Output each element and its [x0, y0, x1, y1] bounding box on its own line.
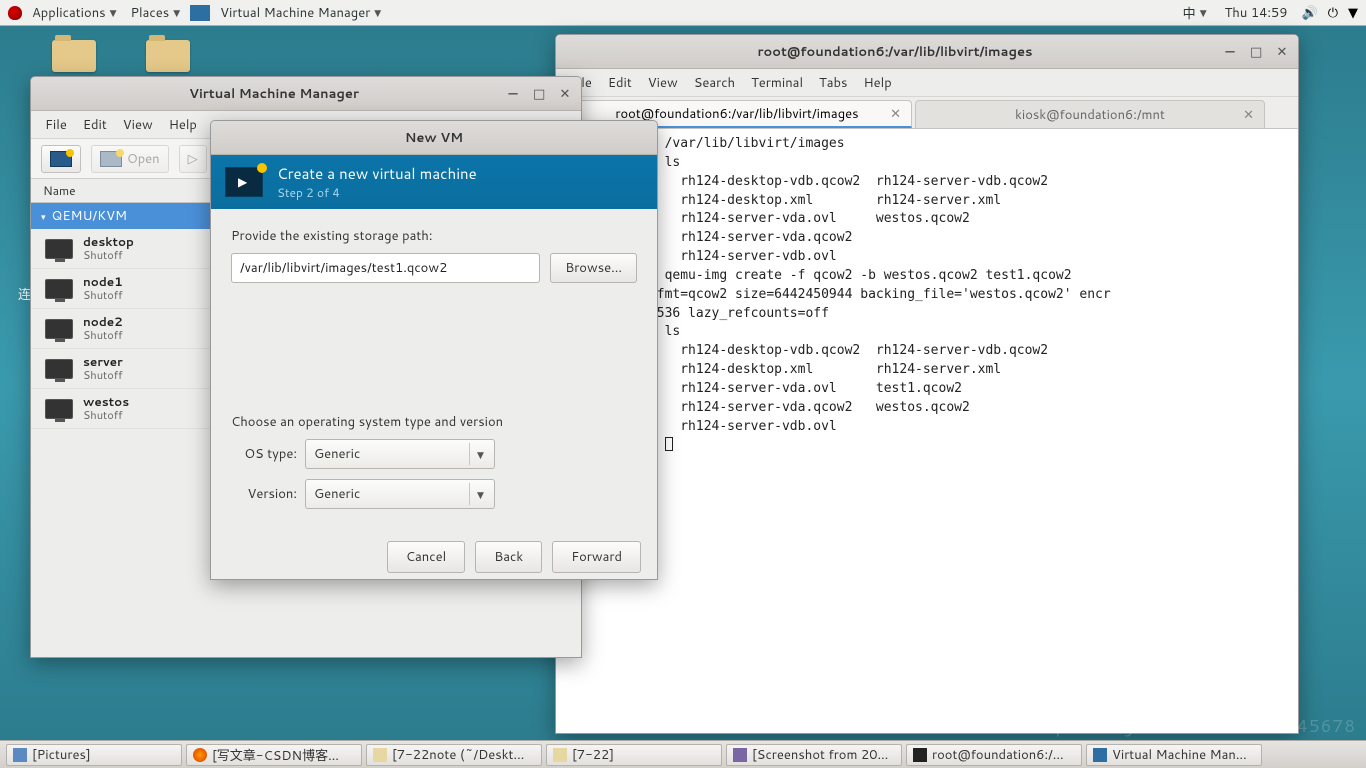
terminal-cursor: [665, 437, 673, 451]
newvm-title: New VM: [221, 129, 647, 147]
power-icon[interactable]: ⏻: [1328, 4, 1338, 22]
menu-edit[interactable]: Edit: [83, 116, 107, 134]
terminal-text: ion6 mnt]# cd /var/lib/libvirt/images io…: [556, 135, 1298, 455]
terminal-menubar: File Edit View Search Terminal Tabs Help: [556, 69, 1298, 97]
menu-help[interactable]: Help: [169, 116, 197, 134]
terminal-titlebar[interactable]: root@foundation6:/var/lib/libvirt/images…: [556, 35, 1298, 69]
volume-icon[interactable]: 🔊: [1302, 4, 1318, 22]
tab-close-icon[interactable]: ✕: [1243, 106, 1254, 124]
task-terminal[interactable]: root@foundation6:/…: [906, 744, 1082, 766]
cancel-button[interactable]: Cancel: [387, 541, 465, 573]
newvm-banner: Create a new virtual machine Step 2 of 4: [211, 155, 657, 209]
app-menu[interactable]: Virtual Machine Manager▼: [216, 1, 385, 25]
newvm-titlebar[interactable]: New VM: [211, 121, 657, 155]
task-vmm[interactable]: Virtual Machine Man…: [1086, 744, 1262, 766]
task-gedit[interactable]: [7-22note (~/Deskt…: [366, 744, 542, 766]
task-firefox[interactable]: [写文章-CSDN博客…: [186, 744, 362, 766]
top-panel: Applications▼ Places▼ Virtual Machine Ma…: [0, 0, 1366, 26]
vmm-app-icon: [190, 5, 210, 21]
menu-terminal[interactable]: Terminal: [751, 74, 803, 92]
vmm-title: Virtual Machine Manager: [41, 85, 507, 103]
storage-path-label: Provide the existing storage path:: [231, 227, 637, 245]
vm-state: Shutoff: [83, 369, 123, 382]
window-icon: [13, 748, 27, 762]
monitor-icon: [100, 151, 122, 167]
menu-tabs[interactable]: Tabs: [819, 74, 847, 92]
menu-view[interactable]: View: [648, 74, 678, 92]
ime-indicator[interactable]: 中▼: [1179, 0, 1211, 26]
terminal-icon: [913, 748, 927, 762]
taskbar: [Pictures] [写文章-CSDN博客… [7-22note (~/Des…: [0, 740, 1366, 768]
vm-state: Shutoff: [83, 329, 123, 342]
monitor-icon: [45, 279, 73, 299]
browse-button[interactable]: Browse...: [550, 253, 637, 283]
run-button[interactable]: ▷: [179, 145, 207, 173]
clock[interactable]: Thu 14:59: [1221, 1, 1292, 25]
applications-menu[interactable]: Applications▼: [28, 1, 121, 25]
vmm-titlebar[interactable]: Virtual Machine Manager — □ ✕: [31, 77, 581, 111]
desktop-folder-2[interactable]: [140, 40, 196, 76]
vm-state: Shutoff: [83, 249, 134, 262]
vm-state: Shutoff: [83, 409, 129, 422]
close-icon[interactable]: ✕: [1276, 43, 1288, 61]
os-type-combo[interactable]: Generic▼: [305, 439, 495, 469]
menu-help[interactable]: Help: [863, 74, 891, 92]
newvm-heading: Create a new virtual machine: [277, 163, 477, 184]
task-gedit2[interactable]: [7-22]: [546, 744, 722, 766]
newvm-step: Step 2 of 4: [277, 184, 477, 201]
maximize-icon[interactable]: □: [533, 85, 545, 103]
distro-logo-icon: [8, 6, 22, 20]
menu-edit[interactable]: Edit: [608, 74, 632, 92]
places-menu[interactable]: Places▼: [127, 1, 185, 25]
open-vm-button[interactable]: Open: [91, 145, 169, 173]
close-icon[interactable]: ✕: [559, 85, 571, 103]
firefox-icon: [193, 748, 207, 762]
version-combo[interactable]: Generic▼: [305, 479, 495, 509]
new-vm-button[interactable]: [41, 145, 81, 173]
menu-file[interactable]: File: [45, 116, 67, 134]
system-menu-arrow[interactable]: ▼: [1348, 4, 1358, 22]
minimize-icon[interactable]: —: [507, 85, 519, 103]
chevron-down-icon: ▼: [469, 483, 491, 505]
os-type-label: OS type:: [231, 445, 297, 463]
gedit-icon: [553, 748, 567, 762]
terminal-output[interactable]: ion6 mnt]# cd /var/lib/libvirt/images io…: [556, 129, 1298, 733]
image-icon: [733, 748, 747, 762]
terminal-tab-inactive[interactable]: kiosk@foundation6:/mnt✕: [915, 100, 1265, 128]
chevron-down-icon: ▼: [469, 443, 491, 465]
monitor-icon: [45, 319, 73, 339]
menu-view[interactable]: View: [123, 116, 153, 134]
maximize-icon[interactable]: □: [1250, 43, 1262, 61]
vm-state: Shutoff: [83, 289, 123, 302]
terminal-window: root@foundation6:/var/lib/libvirt/images…: [555, 34, 1299, 734]
terminal-title: root@foundation6:/var/lib/libvirt/images: [566, 43, 1224, 61]
forward-button[interactable]: Forward: [552, 541, 641, 573]
os-heading: Choose an operating system type and vers…: [231, 413, 637, 431]
tab-close-icon[interactable]: ✕: [890, 105, 901, 123]
minimize-icon[interactable]: —: [1224, 43, 1236, 61]
menu-search[interactable]: Search: [694, 74, 735, 92]
task-screenshot[interactable]: [Screenshot from 20…: [726, 744, 902, 766]
terminal-tabbar: root@foundation6:/var/lib/libvirt/images…: [556, 97, 1298, 129]
storage-path-input[interactable]: [231, 253, 540, 283]
newvm-dialog: New VM Create a new virtual machine Step…: [210, 120, 658, 580]
vmm-icon: [1093, 748, 1107, 762]
task-pictures[interactable]: [Pictures]: [6, 744, 182, 766]
watermark-text: https://blog.csdn.net/xixi_12345678: [1030, 714, 1356, 738]
monitor-icon: [45, 239, 73, 259]
monitor-icon: [45, 359, 73, 379]
newvm-banner-icon: [225, 167, 263, 197]
expand-icon: ▾: [41, 210, 46, 223]
version-label: Version:: [231, 485, 297, 503]
back-button[interactable]: Back: [475, 541, 542, 573]
monitor-new-icon: [50, 151, 72, 167]
monitor-icon: [45, 399, 73, 419]
gedit-icon: [373, 748, 387, 762]
desktop-folder-1[interactable]: [46, 40, 102, 76]
